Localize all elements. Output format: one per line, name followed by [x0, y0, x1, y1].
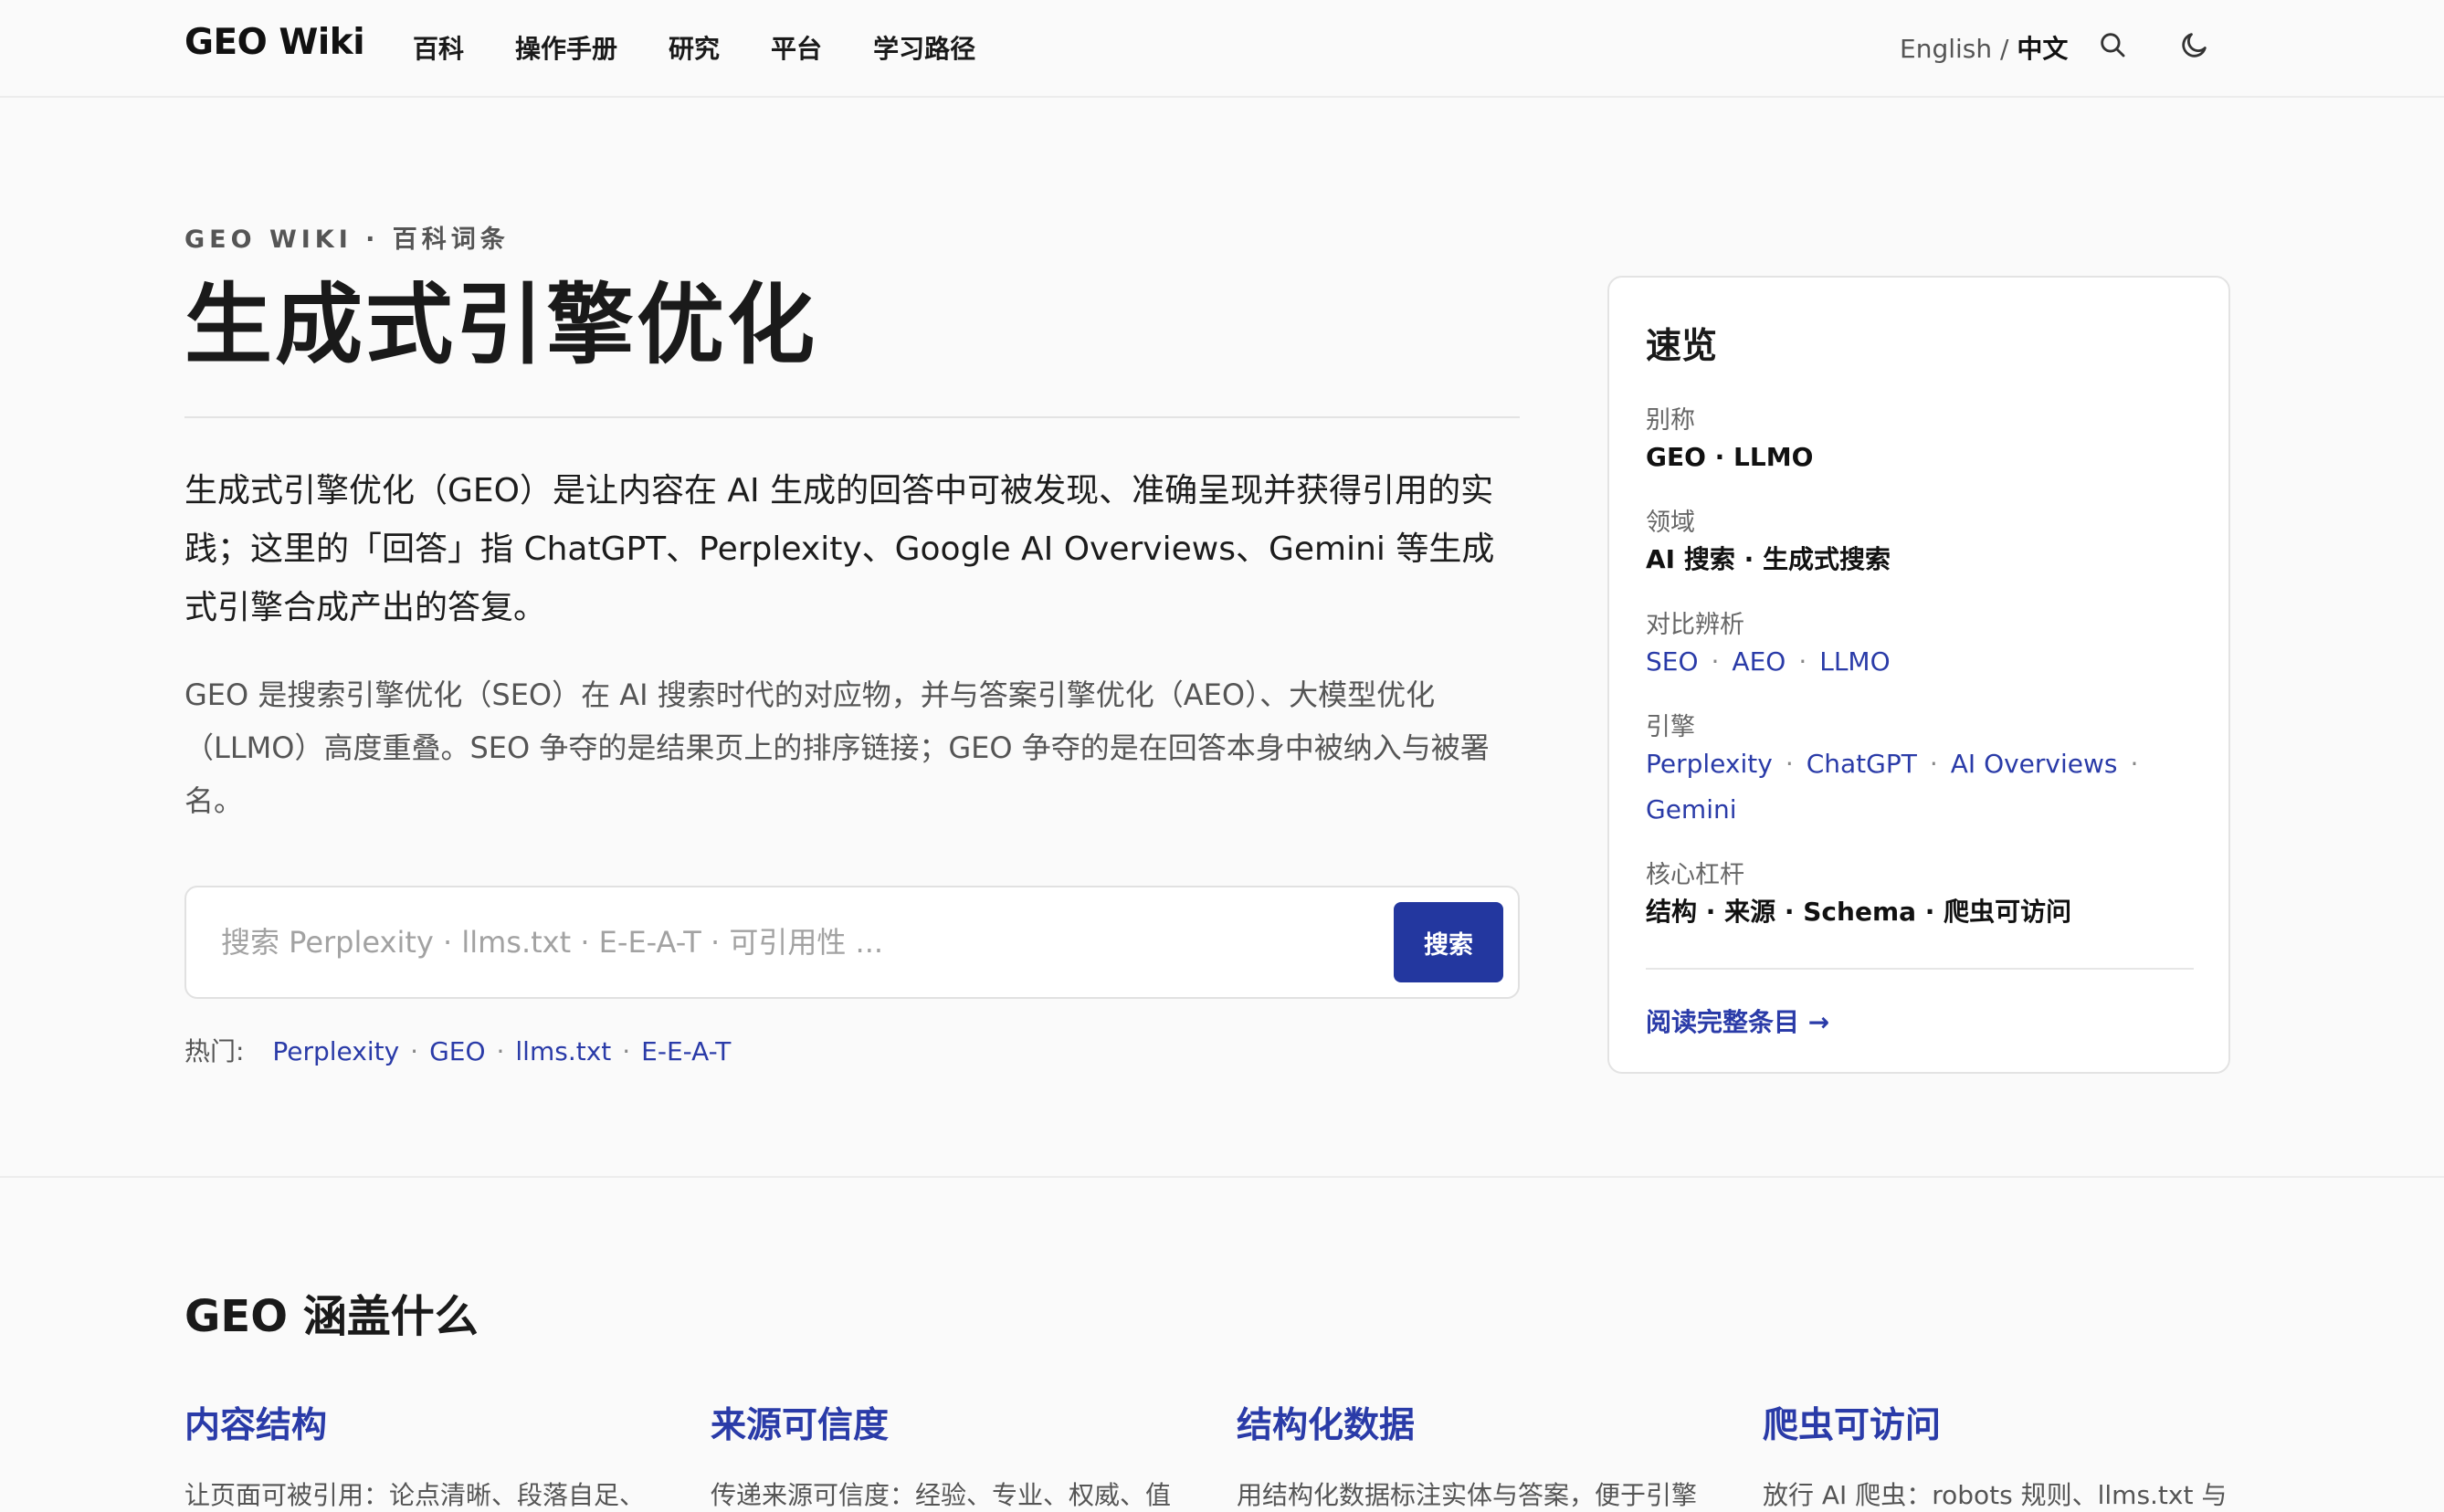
separator-dot: ·: [496, 1036, 505, 1066]
alias-value: GEO · LLMO: [1646, 442, 1814, 472]
separator-dot: ·: [1798, 646, 1807, 677]
feature-structured-data: 结构化数据 用结构化数据标注实体与答案，便于引擎: [1237, 1397, 1712, 1512]
separator-dot: ·: [1785, 749, 1794, 779]
compare-link-aeo[interactable]: AEO: [1732, 646, 1786, 677]
compare-link-seo[interactable]: SEO: [1646, 646, 1699, 677]
levers-value: 结构 · 来源 · Schema · 爬虫可访问: [1646, 897, 2072, 927]
separator-dot: ·: [2130, 749, 2139, 779]
language-switcher: English / 中文: [1900, 29, 2068, 66]
feature-title-link[interactable]: 来源可信度: [711, 1397, 1185, 1448]
engine-link-gemini[interactable]: Gemini: [1646, 794, 1737, 824]
card-title: 速览: [1646, 326, 1718, 367]
search-box: 搜索: [184, 886, 1520, 999]
separator-dot: ·: [1711, 646, 1720, 677]
search-button[interactable]: 搜索: [1394, 902, 1503, 982]
feature-description: 用结构化数据标注实体与答案，便于引擎: [1237, 1480, 1698, 1510]
language-option-chinese[interactable]: 中文: [2017, 34, 2068, 64]
engine-link-chatgpt[interactable]: ChatGPT: [1807, 749, 1917, 779]
top-navigation-bar: GEO Wiki 百科 操作手册 研究 平台 学习路径 English / 中文: [0, 0, 2444, 98]
feature-description: 让页面可被引用：论点清晰、段落自足、: [184, 1480, 646, 1510]
nav-item-platforms[interactable]: 平台: [771, 29, 822, 66]
popular-link-llms-txt[interactable]: llms.txt: [515, 1036, 611, 1066]
nav-item-research[interactable]: 研究: [669, 29, 720, 66]
feature-title-link[interactable]: 结构化数据: [1237, 1397, 1712, 1448]
alias-label: 别称: [1646, 406, 1695, 435]
field-value: AI 搜索 · 生成式搜索: [1646, 544, 1891, 574]
field-label: 领域: [1646, 509, 1695, 537]
feature-source-credibility: 来源可信度 传递来源可信度：经验、专业、权威、值: [711, 1397, 1185, 1512]
language-option-english[interactable]: English: [1900, 34, 1992, 64]
separator-dot: ·: [622, 1036, 631, 1066]
quick-overview-card: 速览 别称 GEO · LLMO 领域 AI 搜索 · 生成式搜索 对比辨析 S…: [1607, 276, 2230, 1074]
popular-label: 热门:: [184, 1036, 245, 1066]
compare-link-llmo[interactable]: LLMO: [1819, 646, 1890, 677]
language-separator: /: [1992, 34, 2017, 64]
feature-title-link[interactable]: 内容结构: [184, 1397, 659, 1448]
feature-title-link[interactable]: 爬虫可访问: [1763, 1397, 2238, 1448]
nav-item-handbook[interactable]: 操作手册: [515, 29, 617, 66]
page-title: 生成式引擎优化: [184, 274, 817, 376]
separator-dot: ·: [1929, 749, 1938, 779]
popular-link-geo[interactable]: GEO: [429, 1036, 485, 1066]
popular-link-eeat[interactable]: E-E-A-T: [641, 1036, 731, 1066]
section-title: GEO 涵盖什么: [184, 1291, 479, 1342]
main-nav: 百科 操作手册 研究 平台 学习路径: [413, 29, 975, 66]
search-input[interactable]: [221, 913, 1354, 971]
feature-description: 传递来源可信度：经验、专业、权威、值: [711, 1480, 1172, 1510]
feature-description: 放行 AI 爬虫：robots 规则、llms.txt 与: [1763, 1480, 2228, 1510]
engines-label: 引擎: [1646, 713, 1695, 741]
title-divider: [184, 416, 1520, 418]
feature-crawler-access: 爬虫可访问 放行 AI 爬虫：robots 规则、llms.txt 与: [1763, 1397, 2238, 1512]
page-eyebrow: GEO WIKI · 百科词条: [184, 226, 510, 254]
engine-links: Perplexity · ChatGPT · AI Overviews · Gemini: [1646, 741, 2203, 833]
engine-link-ai-overviews[interactable]: AI Overviews: [1951, 749, 2118, 779]
moon-icon[interactable]: [2179, 29, 2210, 60]
compare-label: 对比辨析: [1646, 611, 1744, 639]
compare-links: SEO · AEO · LLMO: [1646, 639, 2203, 685]
read-full-entry-link[interactable]: 阅读完整条目 →: [1646, 1003, 1829, 1039]
engine-link-perplexity[interactable]: Perplexity: [1646, 749, 1773, 779]
intro-paragraph: GEO 是搜索引擎优化（SEO）在 AI 搜索时代的对应物，并与答案引擎优化（A…: [184, 677, 1490, 818]
popular-link-perplexity[interactable]: Perplexity: [272, 1036, 399, 1066]
brand-logo-link[interactable]: GEO Wiki: [184, 22, 365, 63]
lead-paragraph: 生成式引擎优化（GEO）是让内容在 AI 生成的回答中可被发现、准确呈现并获得引…: [184, 472, 1495, 626]
feature-content-structure: 内容结构 让页面可被引用：论点清晰、段落自足、: [184, 1397, 659, 1512]
popular-searches: 热门: Perplexity · GEO · llms.txt · E-E-A-T: [184, 1032, 731, 1068]
section-divider: [0, 1176, 2444, 1178]
nav-item-learning-path[interactable]: 学习路径: [873, 29, 975, 66]
search-icon[interactable]: [2097, 29, 2128, 60]
levers-label: 核心杠杆: [1646, 861, 1744, 889]
nav-item-encyclopedia[interactable]: 百科: [413, 29, 464, 66]
card-divider: [1646, 968, 2194, 970]
separator-dot: ·: [410, 1036, 419, 1066]
